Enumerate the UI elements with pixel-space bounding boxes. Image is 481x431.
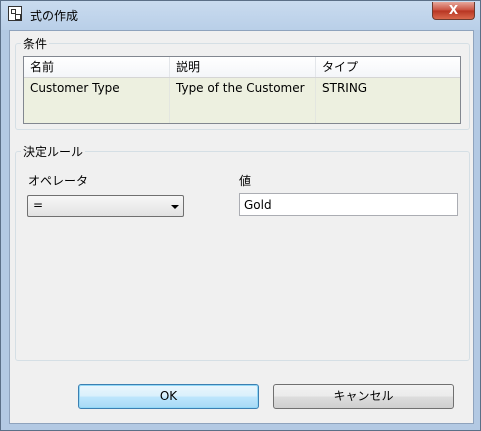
expression-builder-icon <box>8 6 22 21</box>
operator-label: オペレータ <box>28 174 89 188</box>
column-header-description[interactable]: 説明 <box>170 57 316 77</box>
cell-description: Type of the Customer <box>170 78 316 123</box>
conditions-group: 条件 名前 説明 タイプ Customer Type Type of the C… <box>15 35 470 130</box>
close-button[interactable]: X <box>432 2 475 20</box>
decision-rule-group-label: 決定ルール <box>21 143 86 160</box>
column-header-name[interactable]: 名前 <box>24 57 170 77</box>
dialog-content: 条件 名前 説明 タイプ Customer Type Type of the C… <box>9 30 474 424</box>
table-header: 名前 説明 タイプ <box>24 57 460 78</box>
window-title: 式の作成 <box>30 9 79 23</box>
conditions-group-label: 条件 <box>21 35 50 52</box>
operator-value: = <box>33 198 44 212</box>
column-header-type[interactable]: タイプ <box>316 57 460 77</box>
chevron-down-icon <box>171 205 179 209</box>
ok-button[interactable]: OK <box>78 384 259 409</box>
cancel-button[interactable]: キャンセル <box>273 384 454 409</box>
cell-name: Customer Type <box>24 78 170 123</box>
conditions-table[interactable]: 名前 説明 タイプ Customer Type Type of the Cust… <box>23 56 461 124</box>
operator-select[interactable]: = <box>27 195 184 217</box>
value-input[interactable]: Gold <box>239 193 458 216</box>
value-label: 値 <box>239 174 252 188</box>
table-row[interactable]: Customer Type Type of the Customer STRIN… <box>24 78 460 123</box>
title-bar[interactable]: 式の作成 X <box>1 1 480 30</box>
cell-type: STRING <box>322 81 368 95</box>
dialog-window: 式の作成 X 条件 名前 説明 タイプ Customer Type Type o… <box>0 0 481 431</box>
